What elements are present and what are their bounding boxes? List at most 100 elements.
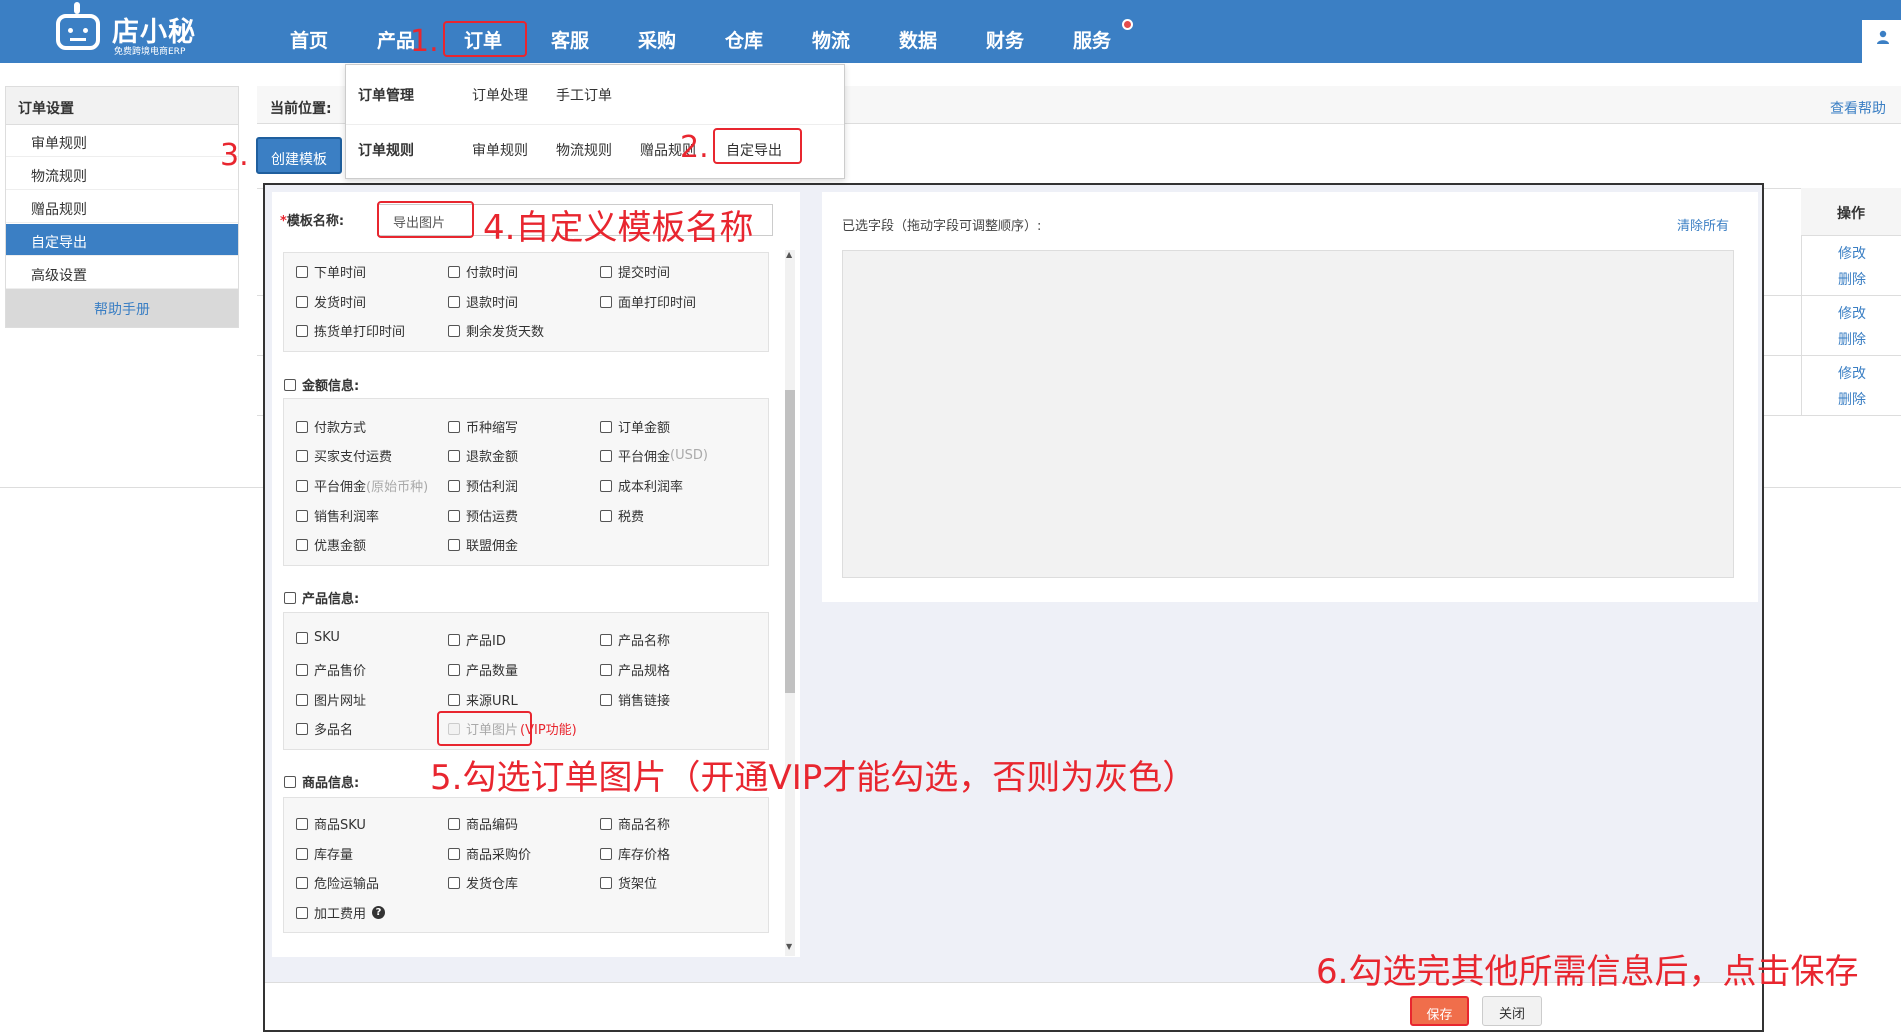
nav-warehouse[interactable]: 仓库 — [725, 26, 763, 53]
field-option[interactable]: SKU — [296, 630, 340, 645]
checkbox[interactable] — [600, 847, 612, 860]
field-option[interactable]: 预估利润 — [448, 476, 518, 495]
field-option[interactable]: 商品SKU — [296, 814, 366, 833]
checkbox[interactable] — [448, 420, 460, 433]
checkbox[interactable] — [600, 663, 612, 676]
scroll-up-icon[interactable]: ▲ — [786, 250, 792, 259]
checkbox[interactable] — [296, 906, 308, 919]
field-option[interactable]: 产品数量 — [448, 660, 518, 679]
checkbox[interactable] — [296, 449, 308, 462]
checkbox[interactable] — [296, 295, 308, 308]
field-option[interactable]: 加工费用? — [296, 903, 386, 922]
checkbox[interactable] — [448, 817, 460, 830]
field-option[interactable]: 平台佣金 (原始币种) — [296, 476, 428, 495]
sidebar-item-custom-export[interactable]: 自定导出 — [6, 224, 238, 256]
checkbox[interactable] — [296, 509, 308, 522]
checkbox[interactable] — [600, 693, 612, 706]
nav-data[interactable]: 数据 — [899, 26, 937, 53]
field-option[interactable]: 联盟佣金 — [448, 535, 518, 554]
dropdown-item-audit-rules[interactable]: 审单规则 — [472, 140, 528, 160]
checkbox[interactable] — [600, 509, 612, 522]
dropdown-item-manual-order[interactable]: 手工订单 — [556, 85, 612, 105]
field-option[interactable]: 来源URL — [448, 690, 518, 709]
delete-link[interactable]: 删除 — [1838, 269, 1866, 289]
checkbox[interactable] — [296, 817, 308, 830]
field-option[interactable]: 产品售价 — [296, 660, 366, 679]
field-option[interactable]: 商品名称 — [600, 814, 670, 833]
close-button[interactable]: 关闭 — [1482, 996, 1542, 1026]
field-option[interactable]: 发货仓库 — [448, 873, 518, 892]
dropdown-item-order-processing[interactable]: 订单处理 — [472, 85, 528, 105]
field-option[interactable]: 面单打印时间 — [600, 292, 696, 311]
field-option[interactable]: 库存价格 — [600, 844, 670, 863]
field-option[interactable]: 商品采购价 — [448, 844, 531, 863]
checkbox[interactable] — [600, 817, 612, 830]
question-circle-icon[interactable]: ? — [372, 906, 386, 919]
clear-all-link[interactable]: 清除所有 — [1677, 215, 1729, 234]
nav-logistics[interactable]: 物流 — [812, 26, 850, 53]
checkbox[interactable] — [600, 633, 612, 646]
field-option[interactable]: 预估运费 — [448, 506, 518, 525]
product-group-header[interactable]: 产品信息: — [284, 588, 359, 607]
field-option[interactable]: 危险运输品 — [296, 873, 379, 892]
selected-fields-area[interactable] — [842, 250, 1734, 578]
field-option[interactable]: 销售利润率 — [296, 506, 379, 525]
goods-group-header[interactable]: 商品信息: — [284, 772, 359, 791]
sidebar-item-logistics-rules[interactable]: 物流规则 — [6, 158, 238, 190]
checkbox[interactable] — [296, 538, 308, 551]
user-menu[interactable] — [1862, 20, 1901, 63]
field-option[interactable]: 产品规格 — [600, 660, 670, 679]
checkbox[interactable] — [284, 775, 296, 788]
field-option[interactable]: 成本利润率 — [600, 476, 683, 495]
field-option[interactable]: 拣货单打印时间 — [296, 321, 405, 340]
checkbox[interactable] — [600, 265, 612, 278]
nav-purchase[interactable]: 采购 — [638, 26, 676, 53]
checkbox[interactable] — [448, 847, 460, 860]
checkbox[interactable] — [600, 449, 612, 462]
field-option[interactable]: 订单金额 — [600, 417, 670, 436]
field-option[interactable]: 剩余发货天数 — [448, 321, 544, 340]
checkbox[interactable] — [448, 538, 460, 551]
help-manual-link[interactable]: 帮助手册 — [6, 289, 238, 327]
checkbox[interactable] — [296, 722, 308, 735]
field-option[interactable]: 库存量 — [296, 844, 353, 863]
field-option[interactable]: 提交时间 — [600, 262, 670, 281]
checkbox[interactable] — [448, 693, 460, 706]
scrollbar-thumb[interactable] — [785, 390, 795, 693]
field-option[interactable]: 货架位 — [600, 873, 657, 892]
checkbox[interactable] — [296, 324, 308, 337]
checkbox[interactable] — [448, 663, 460, 676]
sidebar-item-gift-rules[interactable]: 赠品规则 — [6, 191, 238, 223]
field-option[interactable]: 产品ID — [448, 630, 506, 649]
view-help-link[interactable]: 查看帮助 — [1830, 98, 1886, 118]
field-option[interactable]: 付款时间 — [448, 262, 518, 281]
checkbox[interactable] — [600, 876, 612, 889]
checkbox[interactable] — [448, 324, 460, 337]
checkbox[interactable] — [296, 631, 308, 644]
checkbox[interactable] — [296, 663, 308, 676]
save-button[interactable]: 保存 — [1410, 996, 1469, 1026]
checkbox[interactable] — [296, 265, 308, 278]
checkbox[interactable] — [600, 420, 612, 433]
checkbox[interactable] — [448, 479, 460, 492]
nav-services[interactable]: 服务 — [1073, 26, 1111, 53]
create-template-button[interactable]: 创建模板 — [256, 137, 342, 174]
field-option[interactable]: 平台佣金 (USD) — [600, 446, 708, 465]
field-option[interactable]: 退款金额 — [448, 446, 518, 465]
checkbox[interactable] — [284, 591, 296, 604]
field-option[interactable]: 退款时间 — [448, 292, 518, 311]
checkbox[interactable] — [296, 876, 308, 889]
nav-home[interactable]: 首页 — [290, 26, 328, 53]
edit-link[interactable]: 修改 — [1838, 363, 1866, 383]
checkbox[interactable] — [448, 633, 460, 646]
checkbox[interactable] — [448, 876, 460, 889]
brand-logo[interactable]: 店小秘 免费跨境电商ERP — [52, 2, 212, 57]
scroll-down-icon[interactable]: ▼ — [786, 942, 792, 951]
field-option[interactable]: 图片网址 — [296, 690, 366, 709]
edit-link[interactable]: 修改 — [1838, 303, 1866, 323]
field-option[interactable]: 币种缩写 — [448, 417, 518, 436]
field-option[interactable]: 税费 — [600, 506, 644, 525]
checkbox[interactable] — [296, 693, 308, 706]
checkbox[interactable] — [448, 265, 460, 278]
checkbox[interactable] — [296, 847, 308, 860]
